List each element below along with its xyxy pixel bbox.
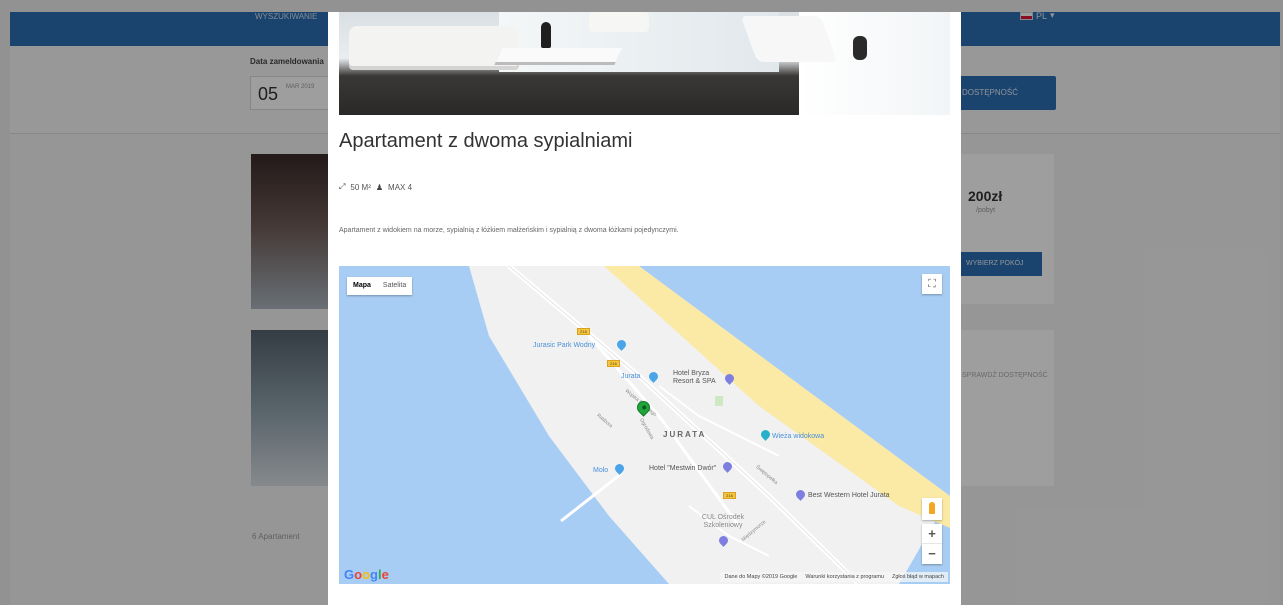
poi-label[interactable]: Jurata — [621, 373, 640, 380]
map-type-control: Mapa Satelita — [347, 277, 413, 295]
poi-label[interactable]: Hotel Bryza Resort & SPA — [673, 370, 725, 386]
room-details-modal: Apartament z dwoma sypialniami ⤢ 50 M² ♟… — [328, 12, 961, 605]
poi-label[interactable]: Jurasic Park Wodny — [533, 342, 595, 349]
poi-label[interactable]: Hotel "Mestwin Dwór" — [649, 465, 716, 472]
zoom-control: + − — [922, 524, 942, 564]
map-type-map-button[interactable]: Mapa — [347, 277, 377, 295]
location-map[interactable]: Mapa Satelita ⛶ 216 216 216 Jurasic Park… — [339, 266, 950, 584]
resize-arrows-icon: ⤢ — [339, 182, 346, 191]
street-view-icon[interactable] — [922, 498, 942, 520]
zoom-in-button[interactable]: + — [922, 524, 942, 544]
room-photo-hero — [339, 12, 950, 115]
park-patch — [715, 396, 723, 406]
map-data-credit: Dane do Mapy ©2019 Google — [724, 574, 798, 580]
poi-label[interactable]: Best Western Hotel Jurata — [808, 492, 890, 499]
place-name-label: JURATA — [663, 430, 707, 439]
poi-label[interactable]: Molo — [593, 467, 608, 474]
report-error-link[interactable]: Zgłoś błąd w mapach — [892, 574, 944, 580]
room-capacity: MAX 4 — [388, 182, 413, 192]
terms-link[interactable]: Warunki korzystania z programu — [805, 574, 884, 580]
zoom-out-button[interactable]: − — [922, 544, 942, 564]
person-icon: ♟ — [375, 182, 384, 192]
road-number-badge: 216 — [607, 360, 620, 367]
room-meta: ⤢ 50 M² ♟ MAX 4 — [339, 182, 412, 192]
fullscreen-icon[interactable]: ⛶ — [922, 274, 942, 294]
map-type-satellite-button[interactable]: Satelita — [377, 277, 412, 295]
road-number-badge: 216 — [577, 328, 590, 335]
road-number-badge: 216 — [723, 492, 736, 499]
room-area: 50 M² — [350, 182, 371, 192]
room-title: Apartament z dwoma sypialniami — [339, 130, 633, 152]
room-description: Apartament z widokiem na morze, sypialni… — [339, 227, 679, 234]
poi-label[interactable]: CUL Ośrodek Szkoleniowy — [695, 514, 751, 530]
map-attribution: Dane do Mapy ©2019 Google Warunki korzys… — [720, 572, 948, 582]
poi-label[interactable]: Wieża widokowa — [772, 433, 824, 440]
google-logo[interactable]: Google — [344, 567, 389, 582]
